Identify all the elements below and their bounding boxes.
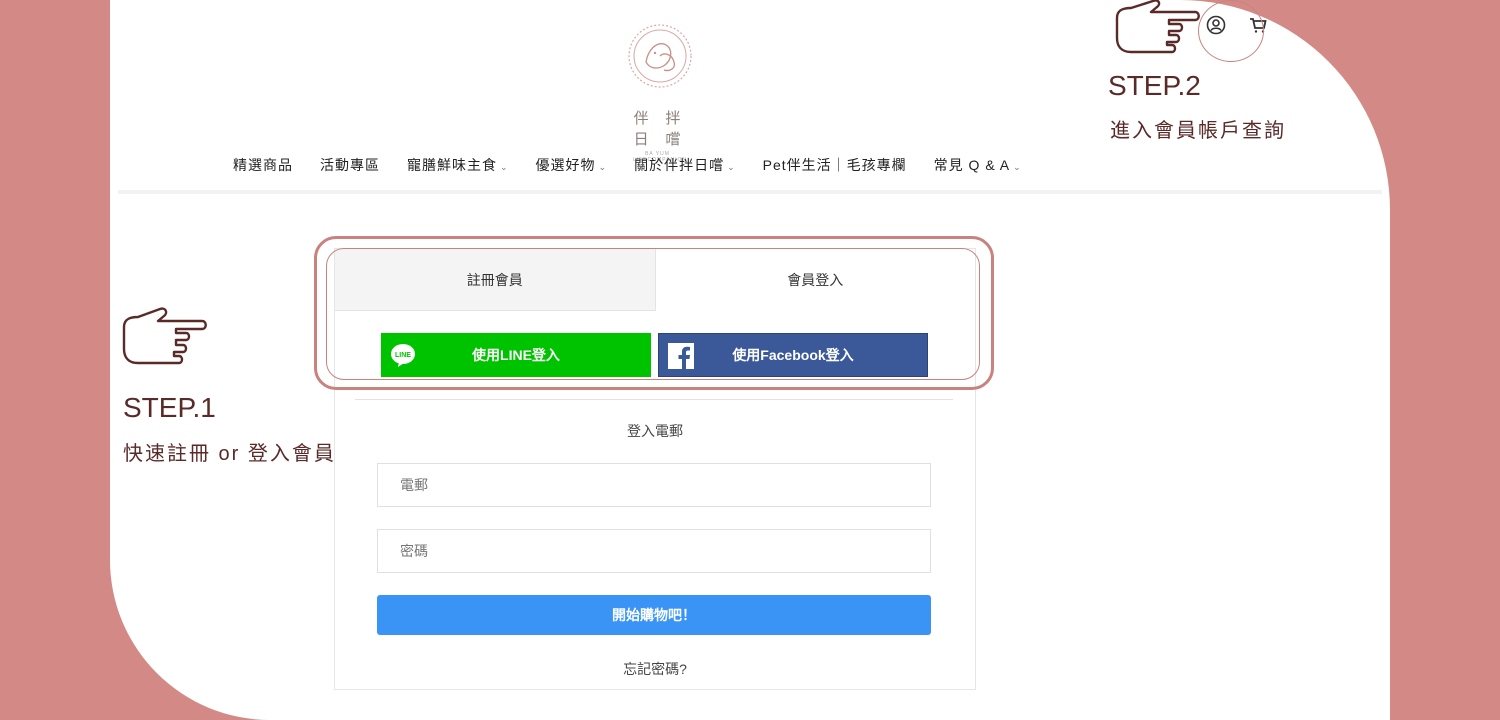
menu-list-icon[interactable]: [1289, 14, 1311, 36]
nav-item-goods-label: 優選好物: [535, 157, 596, 173]
chevron-down-icon: ⌄: [500, 162, 509, 172]
nav-item-featured[interactable]: 精選商品: [233, 155, 293, 175]
start-shopping-button[interactable]: 開始購物吧！: [377, 595, 931, 635]
login-section-title: 登入電郵: [627, 423, 683, 439]
site-logo[interactable]: 伴 拌 日 嚐 BA YUM · LIFECOMPANION: [620, 22, 700, 163]
pointing-hand-icon: [1115, 0, 1200, 54]
divider: [355, 399, 953, 400]
social-login-highlight-inner: [326, 248, 980, 380]
step2-desc: 進入會員帳戶查詢: [1110, 120, 1286, 142]
account-icon-highlight: [1198, 0, 1264, 62]
nav-divider: [118, 190, 1382, 194]
nav-item-about[interactable]: 關於伴拌日嚐 ⌄: [634, 155, 736, 175]
main-nav: 精選商品 活動專區 寵膳鮮味主食 ⌄ 優選好物 ⌄ 關於伴拌日嚐 ⌄ Pet伴生活｜毛…: [233, 155, 1022, 175]
nav-item-events[interactable]: 活動專區: [320, 155, 380, 175]
logo-emblem-icon: [628, 24, 692, 88]
forgot-password-link[interactable]: 忘記密碼?: [335, 659, 975, 679]
email-field[interactable]: [377, 463, 931, 507]
chevron-down-icon: ⌄: [727, 162, 736, 172]
nav-item-pet-life[interactable]: Pet伴生活｜毛孩專欄: [763, 155, 907, 175]
chevron-down-icon: ⌄: [1013, 162, 1022, 172]
password-field[interactable]: [377, 529, 931, 573]
nav-item-pet-meals[interactable]: 寵膳鮮味主食 ⌄: [407, 155, 509, 175]
logo-name: 伴 拌 日 嚐: [633, 109, 687, 148]
pointing-hand-icon: [122, 307, 207, 365]
chevron-down-icon: ⌄: [598, 162, 608, 172]
nav-item-about-label: 關於伴拌日嚐: [634, 157, 725, 173]
nav-item-goods[interactable]: 優選好物 ⌄: [536, 155, 608, 175]
nav-item-pet-meals-label: 寵膳鮮味主食: [407, 157, 497, 173]
step2-title: STEP.2: [1108, 70, 1201, 101]
nav-item-faq[interactable]: 常見 Q & A ⌄: [934, 155, 1022, 175]
step1-title: STEP.1: [123, 392, 216, 423]
step1-desc: 快速註冊 or 登入會員: [123, 443, 336, 465]
nav-item-faq-label: 常見 Q & A: [933, 157, 1011, 173]
